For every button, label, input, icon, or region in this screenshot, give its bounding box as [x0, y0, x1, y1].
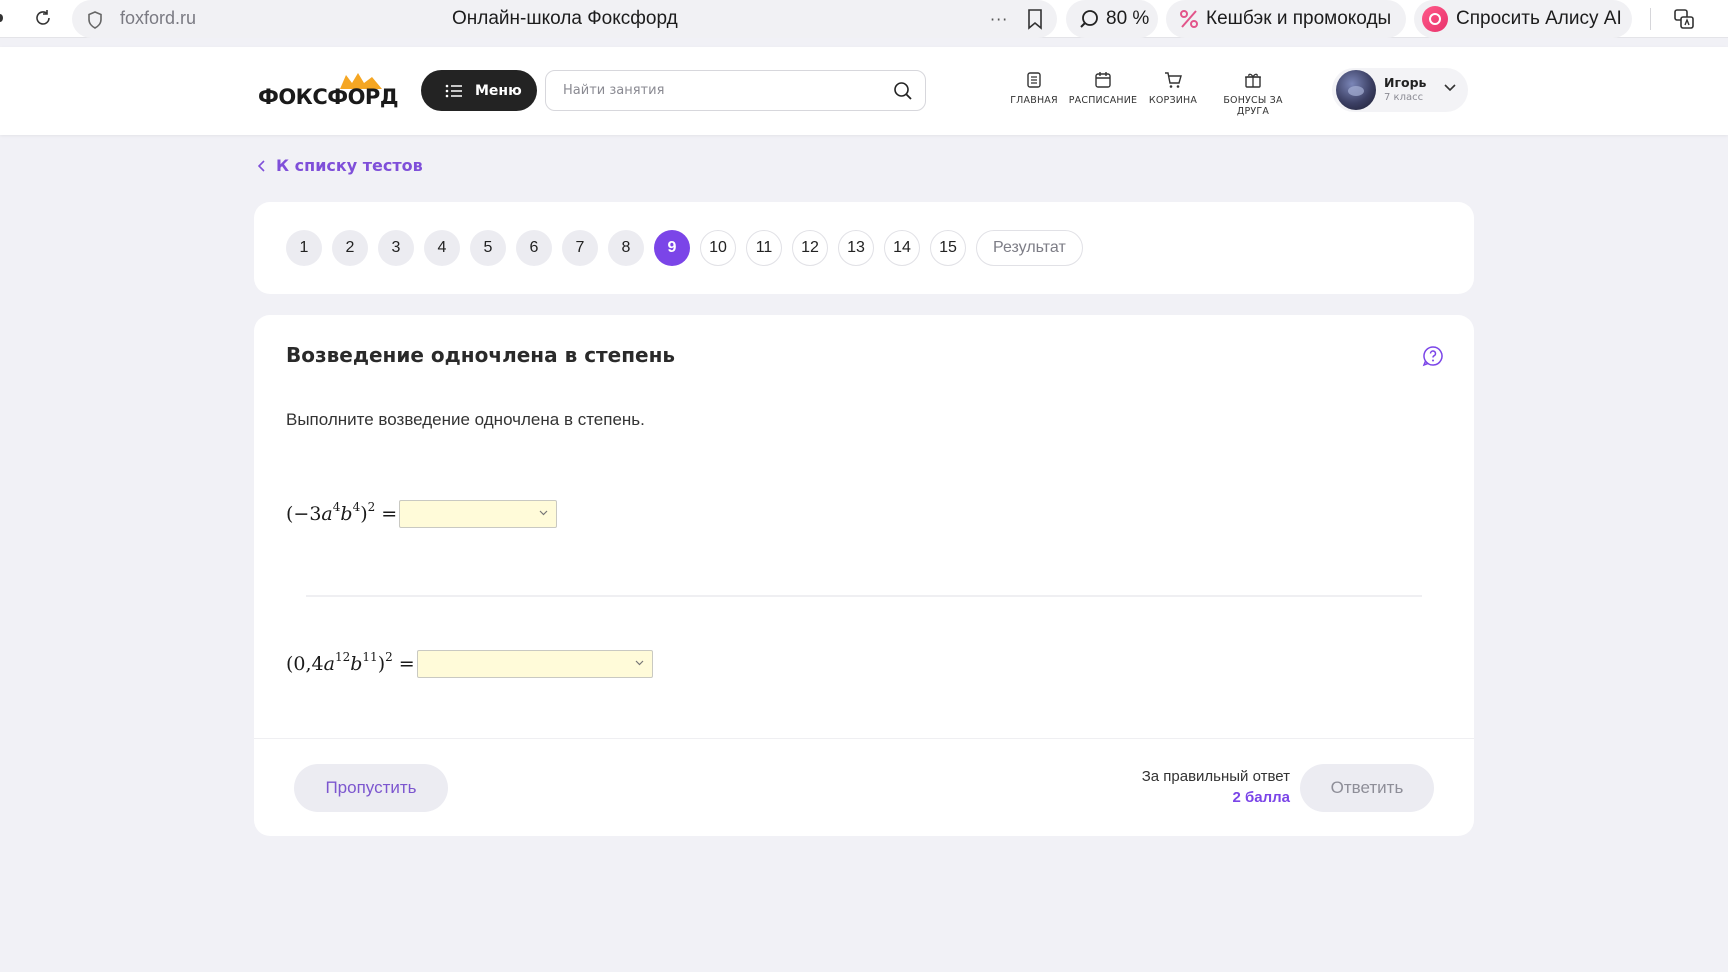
list-icon — [445, 84, 462, 97]
question-number-12[interactable]: 12 — [792, 230, 828, 266]
question-number-1[interactable]: 1 — [286, 230, 322, 266]
question-number-13[interactable]: 13 — [838, 230, 874, 266]
zoom-label: 80 % — [1106, 8, 1150, 29]
gift-icon — [1245, 73, 1261, 88]
question-number-8[interactable]: 8 — [608, 230, 644, 266]
nav-bonus[interactable]: БОНУСЫ ЗА ДРУГА — [1208, 71, 1298, 117]
points-info: За правильный ответ 2 балла — [1142, 768, 1290, 806]
question-divider — [306, 595, 1422, 597]
question-number-11[interactable]: 11 — [746, 230, 782, 266]
nav-home-label: ГЛАВНАЯ — [1010, 95, 1058, 106]
translate-icon[interactable] — [1672, 7, 1696, 31]
question-card: Возведение одночлена в степень Выполните… — [254, 315, 1474, 836]
search-input[interactable] — [546, 71, 866, 110]
search-box[interactable] — [545, 70, 926, 111]
card-footer-divider — [254, 738, 1474, 739]
question-number-15[interactable]: 15 — [930, 230, 966, 266]
document-icon — [1027, 72, 1041, 88]
expression-row-2: (0,4a12b11)2 = — [286, 650, 653, 678]
foxford-logo[interactable]: ФОКСФОРД — [258, 71, 399, 111]
points-caption: За правильный ответ — [1141, 768, 1290, 785]
site-header: ФОКСФОРД Меню ГЛАВНАЯ РАСПИСАНИЕ КОРЗИНА… — [0, 47, 1728, 135]
zoom-chip[interactable]: 80 % — [1066, 0, 1158, 38]
question-number-6[interactable]: 6 — [516, 230, 552, 266]
question-number-14[interactable]: 14 — [884, 230, 920, 266]
alice-chip[interactable]: Спросить Алису AI — [1414, 0, 1632, 38]
question-number-9-current[interactable]: 9 — [654, 230, 690, 266]
alice-icon — [1422, 6, 1448, 32]
math-expression-2: (0,4a12b11)2 = — [286, 650, 415, 675]
menu-button[interactable]: Меню — [421, 70, 537, 111]
question-title: Возведение одночлена в степень — [286, 343, 676, 367]
back-link-label: К списку тестов — [276, 156, 423, 175]
question-number-10[interactable]: 10 — [700, 230, 736, 266]
back-to-tests-link[interactable]: К списку тестов — [258, 156, 423, 175]
zoom-icon — [1080, 10, 1098, 28]
cashback-label: Кешбэк и промокоды — [1206, 8, 1392, 29]
alice-label: Спросить Алису AI — [1456, 8, 1622, 29]
tab-title: Онлайн-школа Фоксфорд — [452, 8, 678, 29]
nav-bonus-label: БОНУСЫ ЗА ДРУГА — [1223, 95, 1283, 117]
nav-schedule-label: РАСПИСАНИЕ — [1068, 95, 1138, 106]
search-icon[interactable] — [893, 81, 913, 101]
question-number-4[interactable]: 4 — [424, 230, 460, 266]
cart-icon — [1165, 72, 1182, 88]
question-number-5[interactable]: 5 — [470, 230, 506, 266]
nav-home[interactable]: ГЛАВНАЯ — [1010, 71, 1058, 106]
nav-cart-label: КОРЗИНА — [1148, 95, 1198, 106]
user-name: Игорь — [1384, 75, 1427, 90]
chevron-down-icon — [539, 510, 548, 516]
bookmark-icon[interactable] — [1026, 8, 1044, 30]
logo-text: ФОКСФОРД — [258, 85, 399, 109]
chevron-down-icon — [1444, 84, 1456, 92]
nav-schedule[interactable]: РАСПИСАНИЕ — [1068, 71, 1138, 106]
more-options-icon[interactable]: ··· — [990, 10, 1008, 29]
question-number-2[interactable]: 2 — [332, 230, 368, 266]
user-grade: 7 класс — [1384, 92, 1424, 103]
chevron-left-icon — [258, 159, 265, 172]
question-number-7[interactable]: 7 — [562, 230, 598, 266]
window-edge-dot — [0, 14, 3, 22]
url-text[interactable]: foxford.ru — [120, 8, 196, 29]
reload-icon[interactable] — [33, 8, 53, 28]
submit-answer-button[interactable]: Ответить — [1300, 764, 1434, 812]
toolbar-divider — [1650, 8, 1651, 30]
result-button[interactable]: Результат — [976, 230, 1083, 266]
percent-icon — [1180, 10, 1198, 28]
answer-select-1[interactable] — [399, 500, 558, 528]
pager-row: 1 2 3 4 5 6 7 8 9 10 11 12 13 14 15 Резу… — [286, 230, 1083, 266]
answer-select-2[interactable] — [416, 650, 653, 678]
user-menu[interactable]: Игорь 7 класс — [1332, 68, 1468, 112]
cashback-chip[interactable]: Кешбэк и промокоды — [1166, 0, 1406, 38]
menu-label: Меню — [475, 82, 522, 99]
math-expression-1: (−3a4b4)2 = — [286, 500, 398, 525]
calendar-icon — [1095, 72, 1111, 88]
points-value: 2 балла — [1232, 789, 1290, 806]
question-instruction: Выполните возведение одночлена в степень… — [286, 410, 645, 429]
question-number-3[interactable]: 3 — [378, 230, 414, 266]
help-icon[interactable] — [1422, 345, 1444, 367]
avatar — [1336, 70, 1376, 110]
question-pager: 1 2 3 4 5 6 7 8 9 10 11 12 13 14 15 Резу… — [254, 202, 1474, 294]
shield-icon[interactable] — [86, 10, 104, 30]
skip-button[interactable]: Пропустить — [294, 764, 448, 812]
expression-row-1: (−3a4b4)2 = — [286, 500, 558, 528]
chevron-down-icon — [635, 660, 644, 666]
nav-cart[interactable]: КОРЗИНА — [1148, 71, 1198, 106]
browser-toolbar: foxford.ru Онлайн-школа Фоксфорд ··· 80 … — [0, 0, 1728, 38]
